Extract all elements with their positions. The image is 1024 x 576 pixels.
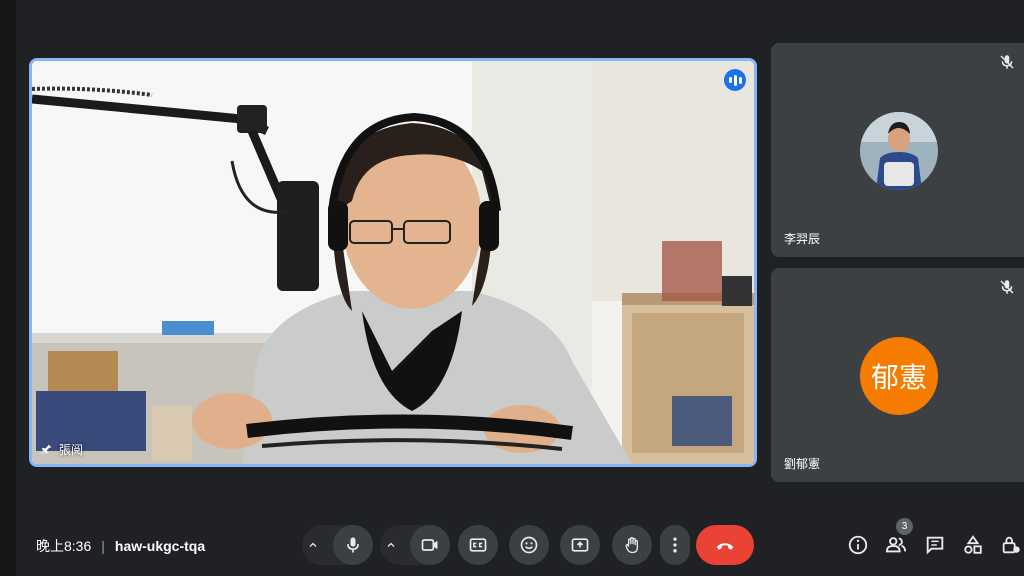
chevron-up-icon (387, 542, 395, 547)
mic-off-icon (1000, 280, 1014, 294)
participant-name: 李羿辰 (784, 232, 821, 246)
camera-button[interactable] (410, 525, 450, 565)
raise-hand-button[interactable] (612, 525, 652, 565)
lock-person-icon (1002, 536, 1020, 554)
speaking-indicator-icon (724, 69, 746, 91)
participant-tile[interactable]: 李羿辰 (771, 43, 1024, 257)
chat-button[interactable] (922, 532, 948, 558)
main-speaker-name: 張阅 (59, 443, 84, 457)
activities-icon (964, 535, 982, 554)
avatar: 郁憲 (860, 337, 938, 415)
microphone-icon (347, 537, 359, 553)
meeting-details-button[interactable] (845, 532, 871, 558)
pin-icon[interactable] (40, 443, 53, 456)
raise-hand-icon (625, 537, 638, 554)
chat-icon (926, 536, 944, 555)
divider: | (101, 538, 105, 554)
more-options-button[interactable] (660, 525, 690, 565)
meeting-info: 晚上8:36 | haw-ukgc-tqa (36, 536, 205, 556)
avatar (860, 112, 938, 190)
main-speaker-video[interactable]: 張阅 (29, 58, 757, 467)
meeting-code: haw-ukgc-tqa (114, 538, 206, 554)
info-icon (848, 535, 868, 555)
captions-icon (469, 538, 487, 552)
microphone-button[interactable] (333, 525, 373, 565)
people-icon (885, 537, 907, 553)
mic-options-button[interactable] (302, 525, 324, 565)
present-screen-button[interactable] (560, 525, 600, 565)
main-speaker-name-label: 張阅 (40, 441, 83, 458)
chevron-up-icon (309, 542, 317, 547)
camera-options-button[interactable] (380, 525, 402, 565)
mic-off-icon (1000, 55, 1014, 69)
people-button[interactable] (883, 532, 909, 558)
end-call-icon (716, 543, 734, 550)
more-options-icon (673, 537, 677, 553)
camera-icon (421, 539, 438, 551)
present-screen-icon (571, 538, 589, 552)
emoji-icon (520, 536, 538, 554)
participant-name: 劉郁憲 (784, 457, 821, 471)
captions-button[interactable] (458, 525, 498, 565)
speaker-video-frame (32, 61, 754, 464)
activities-button[interactable] (960, 532, 986, 558)
participant-tile[interactable]: 郁憲 劉郁憲 (771, 268, 1024, 482)
emoji-button[interactable] (509, 525, 549, 565)
host-controls-button[interactable] (998, 532, 1024, 558)
meeting-time: 晚上8:36 (36, 538, 92, 554)
end-call-button[interactable] (696, 525, 754, 565)
left-edge-strip (0, 0, 16, 576)
